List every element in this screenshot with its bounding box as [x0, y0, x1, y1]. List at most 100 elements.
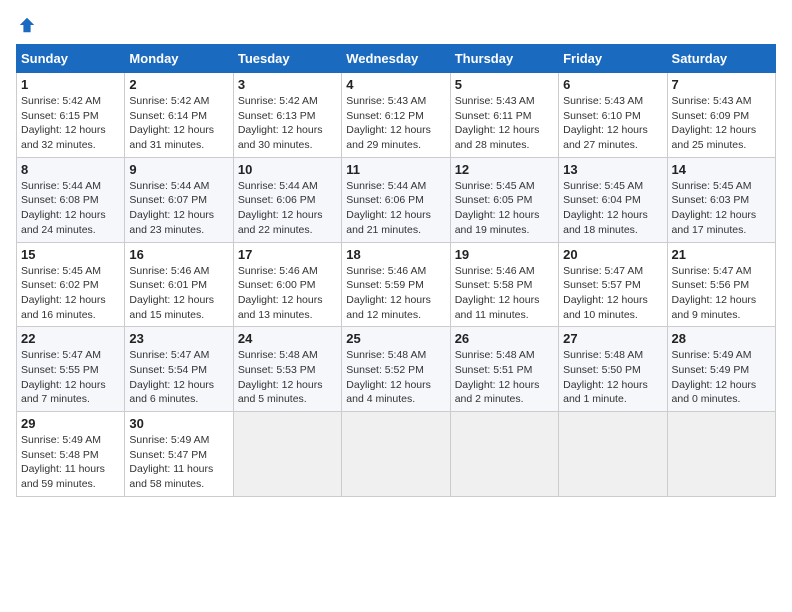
day-info: Sunrise: 5:48 AM Sunset: 5:50 PM Dayligh…	[563, 348, 662, 407]
day-info: Sunrise: 5:44 AM Sunset: 6:06 PM Dayligh…	[238, 179, 337, 238]
day-number: 8	[21, 162, 120, 177]
calendar-cell: 20 Sunrise: 5:47 AM Sunset: 5:57 PM Dayli…	[559, 242, 667, 327]
day-number: 6	[563, 77, 662, 92]
calendar-cell: 26Sunrise: 5:48 AM Sunset: 5:51 PM Dayli…	[450, 327, 558, 412]
day-info: Sunrise: 5:49 AM Sunset: 5:49 PM Dayligh…	[672, 348, 771, 407]
day-number: 27	[563, 331, 662, 346]
day-info: Sunrise: 5:47 AM Sunset: 5:54 PM Dayligh…	[129, 348, 228, 407]
day-number: 10	[238, 162, 337, 177]
weekday-header: Monday	[125, 45, 233, 73]
calendar-cell: 29 Sunrise: 5:49 AM Sunset: 5:48 PM Dayli…	[17, 412, 125, 497]
calendar-header-row: SundayMondayTuesdayWednesdayThursdayFrid…	[17, 45, 776, 73]
day-number: 7	[672, 77, 771, 92]
day-number: 1	[21, 77, 120, 92]
day-number: 5	[455, 77, 554, 92]
day-number: 26	[455, 331, 554, 346]
day-info: Sunrise: 5:45 AM Sunset: 6:03 PM Dayligh…	[672, 179, 771, 238]
calendar-cell: 7 Sunrise: 5:43 AM Sunset: 6:09 PM Daylig…	[667, 73, 775, 158]
day-number: 18	[346, 247, 445, 262]
day-number: 4	[346, 77, 445, 92]
day-number: 21	[672, 247, 771, 262]
calendar-cell: 6 Sunrise: 5:43 AM Sunset: 6:10 PM Daylig…	[559, 73, 667, 158]
calendar-table: SundayMondayTuesdayWednesdayThursdayFrid…	[16, 44, 776, 497]
calendar-cell: 13 Sunrise: 5:45 AM Sunset: 6:04 PM Dayli…	[559, 157, 667, 242]
day-info: Sunrise: 5:49 AM Sunset: 5:48 PM Dayligh…	[21, 433, 120, 492]
day-info: Sunrise: 5:42 AM Sunset: 6:14 PM Dayligh…	[129, 94, 228, 153]
day-number: 23	[129, 331, 228, 346]
calendar-cell: 18 Sunrise: 5:46 AM Sunset: 5:59 PM Dayli…	[342, 242, 450, 327]
day-info: Sunrise: 5:43 AM Sunset: 6:09 PM Dayligh…	[672, 94, 771, 153]
day-info: Sunrise: 5:43 AM Sunset: 6:12 PM Dayligh…	[346, 94, 445, 153]
calendar-cell	[667, 412, 775, 497]
calendar-cell: 8 Sunrise: 5:44 AM Sunset: 6:08 PM Daylig…	[17, 157, 125, 242]
calendar-week-row: 1 Sunrise: 5:42 AM Sunset: 6:15 PM Daylig…	[17, 73, 776, 158]
calendar-cell: 28 Sunrise: 5:49 AM Sunset: 5:49 PM Dayli…	[667, 327, 775, 412]
calendar-cell: 3 Sunrise: 5:42 AM Sunset: 6:13 PM Daylig…	[233, 73, 341, 158]
day-info: Sunrise: 5:48 AM Sunset: 5:52 PM Dayligh…	[346, 348, 445, 407]
logo-icon	[18, 16, 36, 34]
weekday-header: Tuesday	[233, 45, 341, 73]
calendar-cell: 21Sunrise: 5:47 AM Sunset: 5:56 PM Dayli…	[667, 242, 775, 327]
day-number: 13	[563, 162, 662, 177]
day-number: 14	[672, 162, 771, 177]
calendar-week-row: 8 Sunrise: 5:44 AM Sunset: 6:08 PM Daylig…	[17, 157, 776, 242]
day-info: Sunrise: 5:46 AM Sunset: 6:00 PM Dayligh…	[238, 264, 337, 323]
day-info: Sunrise: 5:46 AM Sunset: 6:01 PM Dayligh…	[129, 264, 228, 323]
calendar-cell: 5 Sunrise: 5:43 AM Sunset: 6:11 PM Daylig…	[450, 73, 558, 158]
day-number: 12	[455, 162, 554, 177]
day-info: Sunrise: 5:47 AM Sunset: 5:55 PM Dayligh…	[21, 348, 120, 407]
calendar-week-row: 22 Sunrise: 5:47 AM Sunset: 5:55 PM Dayli…	[17, 327, 776, 412]
day-number: 30	[129, 416, 228, 431]
calendar-cell: 25 Sunrise: 5:48 AM Sunset: 5:52 PM Dayli…	[342, 327, 450, 412]
page-header	[16, 16, 776, 34]
calendar-cell: 30 Sunrise: 5:49 AM Sunset: 5:47 PM Dayli…	[125, 412, 233, 497]
day-info: Sunrise: 5:48 AM Sunset: 5:53 PM Dayligh…	[238, 348, 337, 407]
calendar-cell: 1 Sunrise: 5:42 AM Sunset: 6:15 PM Daylig…	[17, 73, 125, 158]
calendar-cell: 23 Sunrise: 5:47 AM Sunset: 5:54 PM Dayli…	[125, 327, 233, 412]
day-number: 3	[238, 77, 337, 92]
day-number: 28	[672, 331, 771, 346]
calendar-cell: 12 Sunrise: 5:45 AM Sunset: 6:05 PM Dayli…	[450, 157, 558, 242]
day-info: Sunrise: 5:43 AM Sunset: 6:10 PM Dayligh…	[563, 94, 662, 153]
calendar-cell: 17 Sunrise: 5:46 AM Sunset: 6:00 PM Dayli…	[233, 242, 341, 327]
day-info: Sunrise: 5:49 AM Sunset: 5:47 PM Dayligh…	[129, 433, 228, 492]
day-number: 16	[129, 247, 228, 262]
weekday-header: Thursday	[450, 45, 558, 73]
day-number: 25	[346, 331, 445, 346]
calendar-cell: 2 Sunrise: 5:42 AM Sunset: 6:14 PM Daylig…	[125, 73, 233, 158]
calendar-cell: 14 Sunrise: 5:45 AM Sunset: 6:03 PM Dayli…	[667, 157, 775, 242]
calendar-cell: 19 Sunrise: 5:46 AM Sunset: 5:58 PM Dayli…	[450, 242, 558, 327]
day-info: Sunrise: 5:42 AM Sunset: 6:15 PM Dayligh…	[21, 94, 120, 153]
day-info: Sunrise: 5:43 AM Sunset: 6:11 PM Dayligh…	[455, 94, 554, 153]
calendar-cell: 27 Sunrise: 5:48 AM Sunset: 5:50 PM Dayli…	[559, 327, 667, 412]
weekday-header: Wednesday	[342, 45, 450, 73]
logo	[16, 16, 36, 34]
weekday-header: Friday	[559, 45, 667, 73]
day-number: 19	[455, 247, 554, 262]
day-info: Sunrise: 5:44 AM Sunset: 6:08 PM Dayligh…	[21, 179, 120, 238]
day-number: 15	[21, 247, 120, 262]
calendar-cell	[342, 412, 450, 497]
day-info: Sunrise: 5:46 AM Sunset: 5:59 PM Dayligh…	[346, 264, 445, 323]
day-number: 17	[238, 247, 337, 262]
calendar-cell: 15 Sunrise: 5:45 AM Sunset: 6:02 PM Dayli…	[17, 242, 125, 327]
calendar-cell: 16 Sunrise: 5:46 AM Sunset: 6:01 PM Dayli…	[125, 242, 233, 327]
day-info: Sunrise: 5:45 AM Sunset: 6:02 PM Dayligh…	[21, 264, 120, 323]
calendar-cell	[559, 412, 667, 497]
day-number: 2	[129, 77, 228, 92]
day-number: 11	[346, 162, 445, 177]
calendar-cell: 4 Sunrise: 5:43 AM Sunset: 6:12 PM Daylig…	[342, 73, 450, 158]
calendar-cell	[450, 412, 558, 497]
calendar-week-row: 29 Sunrise: 5:49 AM Sunset: 5:48 PM Dayli…	[17, 412, 776, 497]
day-info: Sunrise: 5:46 AM Sunset: 5:58 PM Dayligh…	[455, 264, 554, 323]
day-info: Sunrise: 5:42 AM Sunset: 6:13 PM Dayligh…	[238, 94, 337, 153]
day-info: Sunrise: 5:45 AM Sunset: 6:05 PM Dayligh…	[455, 179, 554, 238]
day-info: Sunrise: 5:47 AM Sunset: 5:57 PM Dayligh…	[563, 264, 662, 323]
day-number: 20	[563, 247, 662, 262]
day-number: 24	[238, 331, 337, 346]
day-info: Sunrise: 5:44 AM Sunset: 6:06 PM Dayligh…	[346, 179, 445, 238]
calendar-cell: 11 Sunrise: 5:44 AM Sunset: 6:06 PM Dayli…	[342, 157, 450, 242]
day-number: 22	[21, 331, 120, 346]
day-number: 29	[21, 416, 120, 431]
day-info: Sunrise: 5:45 AM Sunset: 6:04 PM Dayligh…	[563, 179, 662, 238]
